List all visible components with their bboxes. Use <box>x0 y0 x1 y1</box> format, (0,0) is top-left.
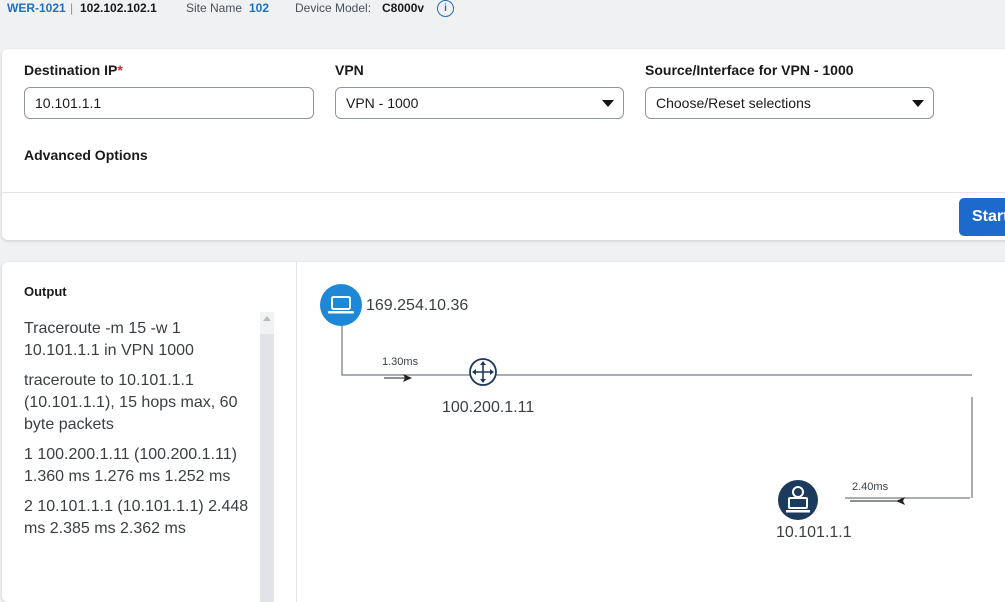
dest-latency: 2.40ms <box>852 481 889 493</box>
device-model-label: Device Model: <box>295 1 372 15</box>
device-id: WER-1021 <box>7 1 66 15</box>
site-name-label: Site Name <box>186 1 243 15</box>
source-interface-select[interactable]: Choose/Reset selections <box>645 87 934 119</box>
hop1-ip-label: 100.200.1.11 <box>442 399 535 416</box>
vpn-label: VPN <box>335 62 364 78</box>
laptop-icon[interactable] <box>320 284 362 326</box>
chevron-down-icon <box>602 100 614 107</box>
dest-ip-label: 10.101.1.1 <box>776 524 852 541</box>
destination-ip-label: Destination IP* <box>24 62 123 78</box>
start-button[interactable]: Start <box>959 198 1005 236</box>
header-separator: | <box>70 1 74 15</box>
source-interface-value: Choose/Reset selections <box>656 95 811 111</box>
source-ip-label: 169.254.10.36 <box>366 297 469 314</box>
router-icon[interactable] <box>469 358 497 386</box>
form-divider <box>2 192 1005 193</box>
device-header: WER-1021 | 102.102.102.1 Site Name 102 D… <box>0 0 1005 22</box>
hop1-latency: 1.30ms <box>382 356 419 368</box>
traceroute-form: Destination IP* 10.101.1.1 VPN VPN - 100… <box>2 49 1005 240</box>
site-name-value: 102 <box>249 1 270 15</box>
host-icon[interactable] <box>778 480 818 520</box>
chevron-down-icon <box>912 100 924 107</box>
destination-ip-input[interactable]: 10.101.1.1 <box>24 87 314 119</box>
vpn-select[interactable]: VPN - 1000 <box>335 87 624 119</box>
device-model-value: C8000v <box>382 1 425 15</box>
vpn-select-value: VPN - 1000 <box>346 95 419 111</box>
info-icon[interactable]: i <box>437 0 454 17</box>
required-mark: * <box>117 62 123 78</box>
source-interface-label: Source/Interface for VPN - 1000 <box>645 62 854 78</box>
trace-path-diagram <box>320 284 973 520</box>
system-ip: 102.102.102.1 <box>80 1 157 15</box>
output-panel: Output Traceroute -m 15 -w 1 10.101.1.1 … <box>2 262 1005 602</box>
advanced-options-toggle[interactable]: Advanced Options <box>24 147 148 163</box>
